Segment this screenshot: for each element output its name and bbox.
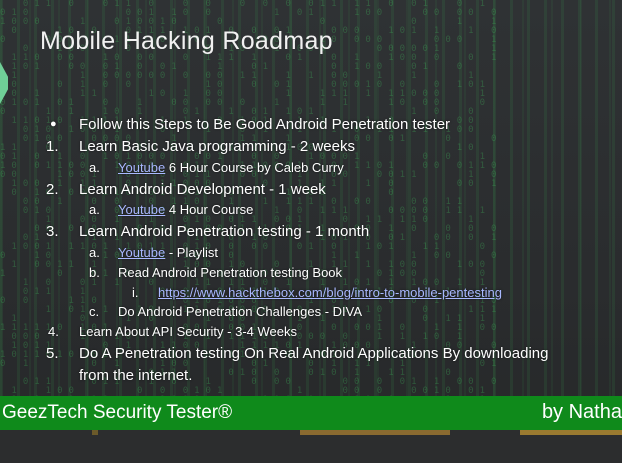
list-marker: a. xyxy=(89,245,100,260)
accent-tab-shape xyxy=(0,62,8,104)
list-item-text: Read Android Penetration testing Book xyxy=(118,265,343,280)
list-marker: c. xyxy=(89,304,100,319)
list-marker: 3. xyxy=(46,223,59,240)
list-item-text: from the internet. xyxy=(79,367,193,384)
list-item-text: 4 Hour Course xyxy=(165,202,254,217)
photo-fragment xyxy=(520,430,622,435)
list-marker: b. xyxy=(89,265,100,280)
footer-author: by Natha xyxy=(541,401,622,423)
youtube-link[interactable]: Youtube xyxy=(118,202,165,217)
list-marker: i. xyxy=(132,285,139,300)
photo-fragment xyxy=(300,430,450,435)
footer-bar: GeezTech Security Tester® by Natha xyxy=(0,396,622,430)
youtube-playlist-link[interactable]: Youtube xyxy=(118,245,165,260)
hackthebox-link[interactable]: https://www.hackthebox.com/blog/intro-to… xyxy=(158,285,502,300)
slide-title: Mobile Hacking Roadmap xyxy=(40,27,333,55)
list-item-text: Learn Android Development - 1 week xyxy=(79,181,326,198)
list-marker: a. xyxy=(89,160,100,175)
list-item-text: Follow this Steps to Be Good Android Pen… xyxy=(79,116,451,133)
youtube-link[interactable]: Youtube xyxy=(118,160,165,175)
list-item-text: 6 Hour Course by Caleb Curry xyxy=(165,160,344,175)
list-item-text: Learn About API Security - 3-4 Weeks xyxy=(79,324,297,339)
list-marker: a. xyxy=(89,202,100,217)
list-marker: 1. xyxy=(46,138,59,155)
list-item-text: Learn Android Penetration testing - 1 mo… xyxy=(79,223,370,240)
footer-brand: GeezTech Security Tester® xyxy=(2,402,233,423)
list-marker: 4. xyxy=(48,324,59,339)
slide: 011 0 011 0 0 0 0 0 0 011 11 0 01 0 1 01… xyxy=(0,0,622,463)
list-marker: 2. xyxy=(46,181,59,198)
list-item-text: Learn Basic Java programming - 2 weeks xyxy=(79,138,355,155)
photo-fragment xyxy=(92,430,98,435)
list-item-text: Do Android Penetration Challenges - DIVA xyxy=(118,304,363,319)
list-item-text: - Playlist xyxy=(165,245,218,260)
list-item-text: Do A Penetration testing On Real Android… xyxy=(79,345,549,362)
list-marker: 5. xyxy=(46,345,59,362)
bullet-marker: ● xyxy=(50,118,57,130)
bottom-strip xyxy=(0,430,622,463)
